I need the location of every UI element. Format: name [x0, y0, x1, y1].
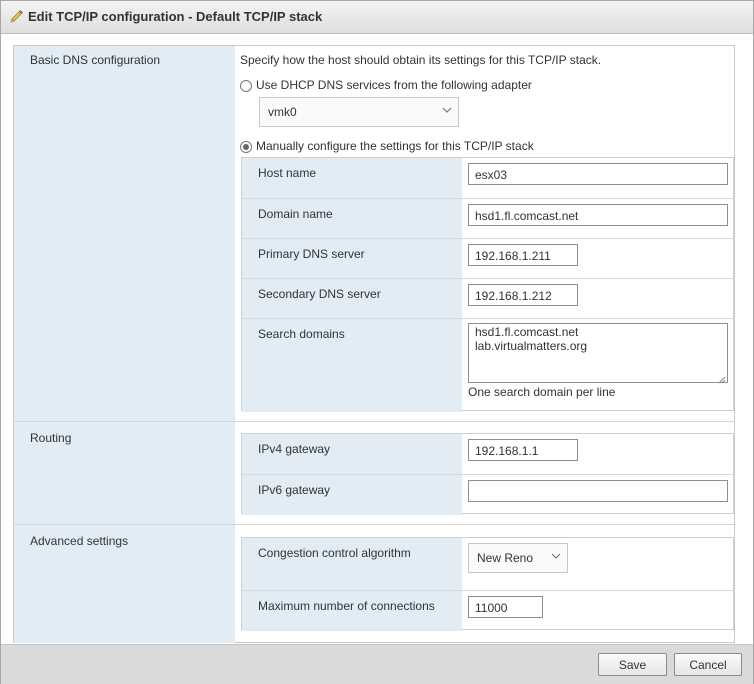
dialog-content: Basic DNS configuration Specify how the … — [13, 45, 735, 643]
adapter-select-value: vmk0 — [268, 105, 297, 119]
pencil-icon — [9, 8, 25, 24]
congestion-select-value: New Reno — [477, 551, 534, 565]
domain-name-input[interactable]: hsd1.fl.comcast.net — [468, 204, 728, 226]
secondary-dns-input[interactable]: 192.168.1.212 — [468, 284, 578, 306]
primary-dns-label: Primary DNS server — [242, 239, 462, 279]
dialog-title: Edit TCP/IP configuration - Default TCP/… — [28, 9, 323, 24]
manual-dns-grid: Host name esx03 Domain name hsd1.fl.comc… — [241, 157, 734, 412]
ipv6-gateway-input[interactable] — [468, 480, 728, 502]
dialog-titlebar[interactable]: Edit TCP/IP configuration - Default TCP/… — [1, 1, 753, 34]
search-domain-line: hsd1.fl.comcast.net — [475, 325, 579, 339]
chevron-down-icon — [442, 104, 452, 118]
dialog-footer: Save Cancel — [1, 644, 753, 684]
routing-section: Routing IPv4 gateway 192.168.1.1 IPv6 ga… — [14, 421, 734, 525]
max-connections-label: Maximum number of connections — [242, 591, 462, 631]
host-name-input[interactable]: esx03 — [468, 163, 728, 185]
domain-name-row: Domain name hsd1.fl.comcast.net — [242, 198, 733, 239]
ipv4-gateway-input[interactable]: 192.168.1.1 — [468, 439, 578, 461]
ipv6-gateway-label: IPv6 gateway — [242, 475, 462, 515]
secondary-dns-label: Secondary DNS server — [242, 279, 462, 319]
manual-dns-option[interactable]: Manually configure the settings for this… — [240, 139, 534, 153]
resize-grip-icon[interactable] — [718, 373, 726, 384]
host-name-row: Host name esx03 — [242, 158, 733, 198]
manual-option-label: Manually configure the settings for this… — [256, 139, 534, 153]
edit-tcpip-dialog: Edit TCP/IP configuration - Default TCP/… — [0, 0, 754, 684]
search-domains-textarea[interactable]: hsd1.fl.comcast.net lab.virtualmatters.o… — [468, 323, 728, 384]
dns-section-label: Basic DNS configuration — [14, 46, 235, 421]
congestion-row: Congestion control algorithm New Reno — [242, 538, 733, 590]
save-button[interactable]: Save — [598, 653, 667, 676]
max-connections-input[interactable]: 11000 — [468, 596, 543, 618]
congestion-label: Congestion control algorithm — [242, 538, 462, 590]
dns-instruction: Specify how the host should obtain its s… — [240, 53, 602, 67]
max-connections-row: Maximum number of connections 11000 — [242, 590, 733, 631]
advanced-grid: Congestion control algorithm New Reno Ma… — [241, 537, 734, 631]
chevron-down-icon — [551, 550, 561, 564]
domain-name-label: Domain name — [242, 199, 462, 239]
search-domain-line: lab.virtualmatters.org — [475, 339, 588, 353]
primary-dns-input[interactable]: 192.168.1.211 — [468, 244, 578, 266]
dhcp-option-label: Use DHCP DNS services from the following… — [256, 78, 532, 92]
dhcp-radio[interactable] — [240, 80, 252, 92]
search-domains-hint: One search domain per line — [468, 385, 616, 399]
adapter-select[interactable]: vmk0 — [259, 97, 459, 127]
dns-section: Basic DNS configuration Specify how the … — [14, 46, 734, 421]
ipv6-gateway-row: IPv6 gateway — [242, 474, 733, 515]
cancel-button[interactable]: Cancel — [674, 653, 742, 676]
secondary-dns-row: Secondary DNS server 192.168.1.212 — [242, 278, 733, 319]
ipv4-gateway-row: IPv4 gateway 192.168.1.1 — [242, 434, 733, 474]
search-domains-row: Search domains hsd1.fl.comcast.net lab.v… — [242, 318, 733, 412]
routing-section-label: Routing — [14, 422, 235, 525]
primary-dns-row: Primary DNS server 192.168.1.211 — [242, 238, 733, 279]
routing-grid: IPv4 gateway 192.168.1.1 IPv6 gateway — [241, 433, 734, 515]
congestion-select[interactable]: New Reno — [468, 543, 568, 573]
search-domains-label: Search domains — [242, 319, 462, 412]
ipv4-gateway-label: IPv4 gateway — [242, 434, 462, 474]
dhcp-dns-option[interactable]: Use DHCP DNS services from the following… — [240, 78, 532, 92]
advanced-section: Advanced settings Congestion control alg… — [14, 524, 734, 643]
host-name-label: Host name — [242, 158, 462, 198]
advanced-section-label: Advanced settings — [14, 525, 235, 643]
manual-radio[interactable] — [240, 141, 252, 153]
